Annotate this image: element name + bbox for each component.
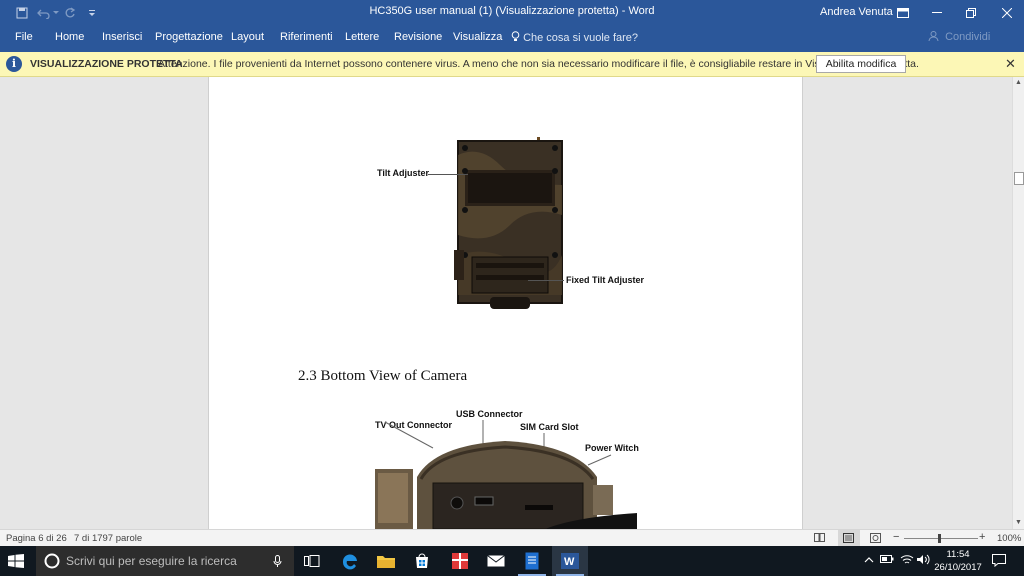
file-explorer-icon[interactable]	[368, 546, 404, 576]
share-icon	[928, 31, 939, 42]
word-count[interactable]: 7 di 1797 parole	[74, 533, 142, 544]
clock-date: 26/10/2017	[934, 562, 982, 573]
protected-view-bar: i VISUALIZZAZIONE PROTETTA Attenzione. I…	[0, 52, 1024, 77]
user-name[interactable]: Andrea Venuta	[820, 6, 893, 18]
protected-view-message: Attenzione. I file provenienti da Intern…	[158, 58, 919, 70]
enable-editing-button[interactable]: Abilita modifica	[816, 55, 906, 73]
taskbar-clock[interactable]: 11:54 26/10/2017	[928, 548, 988, 574]
title-bar: HC350G user manual (1) (Visualizzazione …	[0, 0, 1024, 26]
print-layout-icon[interactable]	[838, 530, 860, 546]
taskbar: Scrivi qui per eseguire la ricerca W 11:…	[0, 546, 1024, 576]
taskbar-search-box[interactable]: Scrivi qui per eseguire la ricerca	[36, 546, 294, 576]
close-button[interactable]	[990, 0, 1024, 26]
zoom-in-icon[interactable]: +	[979, 531, 985, 543]
scrollbar-thumb[interactable]	[1014, 172, 1024, 185]
svg-text:W: W	[564, 556, 575, 568]
web-layout-icon[interactable]	[870, 533, 881, 546]
word-app-icon[interactable]: W	[552, 546, 588, 576]
read-mode-icon[interactable]	[814, 533, 825, 545]
tell-me-label: Che cosa si vuole fare?	[523, 32, 639, 44]
wifi-icon[interactable]	[900, 554, 914, 568]
tab-view[interactable]: Visualizza	[453, 31, 502, 43]
status-bar: Pagina 6 di 26 7 di 1797 parole − + 100%	[0, 529, 1024, 546]
restore-button[interactable]	[954, 0, 988, 26]
tab-references[interactable]: Riferimenti	[280, 31, 333, 43]
microphone-icon[interactable]	[273, 555, 282, 568]
share-button[interactable]: Condividi	[928, 31, 990, 43]
cortana-icon	[44, 553, 60, 569]
minimize-button[interactable]	[920, 0, 954, 26]
tilt-adjuster-label: Tilt Adjuster	[377, 168, 430, 178]
edge-browser-icon[interactable]	[332, 546, 368, 576]
close-icon[interactable]: ✕	[1005, 56, 1016, 72]
task-view-icon[interactable]	[294, 546, 330, 576]
share-label: Condividi	[945, 31, 991, 43]
zoom-slider[interactable]	[904, 538, 978, 539]
vertical-scrollbar[interactable]: ▲ ▼	[1012, 77, 1024, 529]
tab-insert[interactable]: Inserisci	[102, 31, 142, 43]
tab-design[interactable]: Progettazione	[155, 31, 223, 43]
gift-app-icon[interactable]	[442, 546, 478, 576]
document-canvas[interactable]: Tilt Adjuster Fixed Tilt Adjuster 2.3 Bo…	[0, 77, 1012, 529]
store-icon[interactable]	[404, 546, 440, 576]
tell-me-box[interactable]: Che cosa si vuole fare?	[511, 31, 638, 44]
camera-bottom-image	[375, 420, 637, 529]
mail-icon[interactable]	[478, 546, 514, 576]
windows-start-icon[interactable]	[8, 554, 24, 568]
document-app-icon[interactable]	[514, 546, 550, 576]
tab-home[interactable]: Home	[55, 31, 84, 43]
scroll-down-icon[interactable]: ▼	[1015, 519, 1022, 526]
tab-review[interactable]: Revisione	[394, 31, 442, 43]
fixed-tilt-adjuster-leader	[528, 280, 564, 281]
camera-front-image	[454, 137, 563, 309]
ribbon-tabs: File Home Inserisci Progettazione Layout…	[0, 26, 1024, 52]
ribbon-display-options-icon[interactable]	[886, 0, 920, 26]
tab-mailings[interactable]: Lettere	[345, 31, 379, 43]
notifications-icon[interactable]	[992, 554, 1006, 570]
tilt-adjuster-leader	[428, 174, 468, 175]
show-hidden-icons-icon[interactable]	[864, 554, 874, 566]
scroll-up-icon[interactable]: ▲	[1015, 79, 1022, 86]
lightbulb-icon	[511, 31, 520, 41]
search-placeholder: Scrivi qui per eseguire la ricerca	[66, 554, 237, 568]
page-count[interactable]: Pagina 6 di 26	[6, 533, 67, 544]
clock-time: 11:54	[946, 549, 970, 560]
tab-file[interactable]: File	[15, 31, 33, 43]
fixed-tilt-adjuster-label: Fixed Tilt Adjuster	[566, 275, 645, 285]
battery-icon[interactable]	[880, 554, 894, 567]
zoom-out-icon[interactable]: −	[893, 531, 899, 543]
zoom-slider-thumb[interactable]	[938, 534, 941, 543]
tab-layout[interactable]: Layout	[231, 31, 264, 43]
section-heading: 2.3 Bottom View of Camera	[298, 368, 468, 384]
info-icon: i	[6, 56, 22, 72]
zoom-level[interactable]: 100%	[997, 533, 1021, 544]
